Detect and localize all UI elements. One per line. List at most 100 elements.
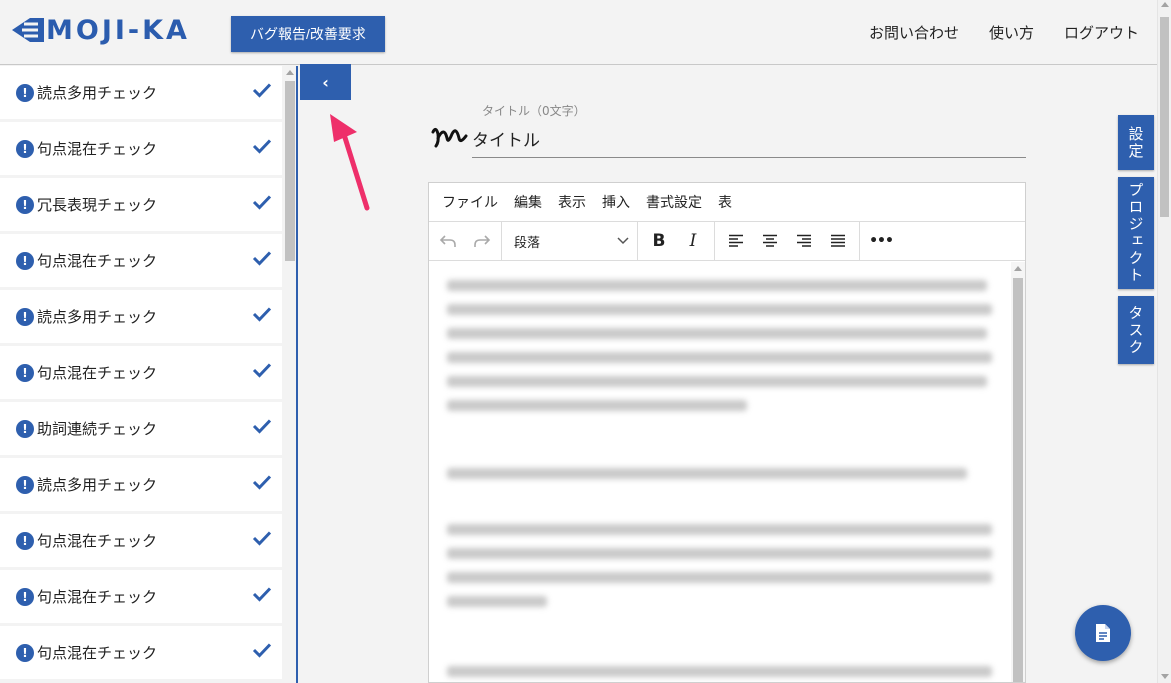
scroll-up-arrow-icon[interactable] (286, 70, 294, 75)
align-left-icon[interactable] (719, 222, 753, 260)
check-icon (252, 251, 272, 266)
warning-icon: ! (16, 363, 34, 382)
warning-icon: ! (16, 587, 34, 606)
check-icon (252, 587, 272, 602)
menu-format[interactable]: 書式設定 (646, 192, 702, 212)
top-nav: お問い合わせ 使い方 ログアウト (869, 22, 1139, 43)
handwriting-icon (431, 127, 468, 148)
check-icon (252, 195, 272, 210)
check-icon (252, 139, 272, 154)
warning-icon: ! (16, 83, 34, 102)
logo-text: MOJI-KA (46, 14, 190, 46)
check-item-label: 冗長表現チェック (37, 196, 158, 214)
warning-icon: ! (16, 139, 34, 158)
menu-table[interactable]: 表 (718, 192, 732, 212)
check-item[interactable]: ! 句点混在チェック (0, 514, 282, 567)
bug-report-button[interactable]: バグ報告/改善要求 (231, 16, 385, 52)
blurred-text-line (447, 524, 992, 535)
editor-menubar: ファイル 編集 表示 挿入 書式設定 表 (429, 183, 1025, 222)
more-options-button[interactable]: ••• (864, 222, 898, 260)
warning-icon: ! (16, 531, 34, 550)
menu-insert[interactable]: 挿入 (602, 192, 630, 212)
document-fab-button[interactable] (1075, 605, 1131, 661)
title-input[interactable]: タイトル (472, 126, 540, 151)
warning-icon: ! (16, 251, 34, 270)
nav-logout[interactable]: ログアウト (1064, 22, 1139, 43)
menu-view[interactable]: 表示 (558, 192, 586, 212)
check-icon (252, 531, 272, 546)
logo[interactable]: MOJI-KA (10, 14, 190, 46)
check-item-label: 読点多用チェック (37, 476, 158, 494)
rich-text-editor: ファイル 編集 表示 挿入 書式設定 表 段落 B I ••• (428, 182, 1026, 683)
blurred-text-line (447, 400, 747, 411)
document-icon (1096, 624, 1110, 642)
alignment-group (715, 222, 860, 260)
check-item[interactable]: ! 読点多用チェック (0, 458, 282, 511)
title-underline (472, 157, 1026, 158)
check-item[interactable]: ! 句点混在チェック (0, 346, 282, 399)
chevron-down-icon (617, 237, 629, 245)
check-item[interactable]: ! 句点混在チェック (0, 122, 282, 175)
menu-edit[interactable]: 編集 (514, 192, 542, 212)
redo-icon[interactable] (465, 222, 499, 260)
blurred-text-line (447, 548, 992, 559)
warning-icon: ! (16, 195, 34, 214)
paragraph-format-select[interactable]: 段落 (502, 222, 638, 260)
check-item[interactable]: ! 読点多用チェック (0, 66, 282, 119)
annotation-arrow-icon (330, 114, 370, 211)
check-item[interactable]: ! 句点混在チェック (0, 234, 282, 287)
check-icon (252, 307, 272, 322)
check-icon (252, 363, 272, 378)
collapse-sidebar-button[interactable]: ‹ (300, 64, 351, 100)
align-right-icon[interactable] (787, 222, 821, 260)
check-item-label: 読点多用チェック (37, 84, 158, 102)
check-item[interactable]: ! 助詞連続チェック (0, 402, 282, 455)
warning-icon: ! (16, 643, 34, 662)
check-item-label: 句点混在チェック (37, 644, 158, 662)
check-item[interactable]: ! 読点多用チェック (0, 290, 282, 343)
scroll-thumb[interactable] (1013, 278, 1023, 682)
blurred-text-line (447, 328, 987, 339)
history-group (429, 222, 502, 260)
check-item-label: 句点混在チェック (37, 588, 158, 606)
italic-button[interactable]: I (676, 222, 710, 260)
tab-tasks[interactable]: タスク (1118, 296, 1154, 364)
check-icon (252, 643, 272, 658)
app-header: MOJI-KA バグ報告/改善要求 お問い合わせ 使い方 ログアウト (0, 0, 1157, 65)
check-item-label: 読点多用チェック (37, 308, 158, 326)
editor-toolbar: 段落 B I ••• (429, 222, 1025, 261)
blurred-text-line (447, 304, 992, 315)
check-item-label: 助詞連続チェック (37, 420, 158, 438)
paragraph-format-value: 段落 (514, 235, 541, 251)
nav-contact[interactable]: お問い合わせ (869, 22, 959, 43)
tab-project[interactable]: プロジェクト (1118, 177, 1154, 289)
scroll-up-arrow-icon[interactable] (1161, 2, 1169, 7)
check-item-label: 句点混在チェック (37, 532, 158, 550)
editor-content[interactable] (429, 262, 1025, 682)
check-icon (252, 475, 272, 490)
scroll-down-arrow-icon[interactable] (1161, 674, 1169, 679)
page-scrollbar[interactable] (1157, 0, 1171, 683)
check-sidebar: ! 読点多用チェック ! 句点混在チェック ! 冗長表現チェック ! 句点混在チ… (0, 66, 298, 683)
scroll-thumb[interactable] (1160, 17, 1169, 217)
warning-icon: ! (16, 307, 34, 326)
check-item[interactable]: ! 句点混在チェック (0, 626, 282, 679)
title-char-count: タイトル（0文字） (482, 104, 586, 118)
blurred-text-line (447, 376, 987, 387)
warning-icon: ! (16, 475, 34, 494)
editor-scrollbar[interactable] (1011, 262, 1025, 682)
tab-settings[interactable]: 設定 (1118, 115, 1154, 170)
bold-button[interactable]: B (642, 222, 676, 260)
sidebar-scrollbar[interactable] (284, 66, 296, 683)
text-style-group: B I (638, 222, 715, 260)
check-item[interactable]: ! 句点混在チェック (0, 570, 282, 623)
nav-how-to-use[interactable]: 使い方 (989, 22, 1034, 43)
blurred-text-line (447, 666, 992, 677)
scroll-up-arrow-icon[interactable] (1014, 266, 1022, 271)
align-justify-icon[interactable] (821, 222, 855, 260)
undo-icon[interactable] (431, 222, 465, 260)
check-item[interactable]: ! 冗長表現チェック (0, 178, 282, 231)
menu-file[interactable]: ファイル (442, 192, 498, 212)
scroll-thumb[interactable] (285, 81, 295, 261)
align-center-icon[interactable] (753, 222, 787, 260)
